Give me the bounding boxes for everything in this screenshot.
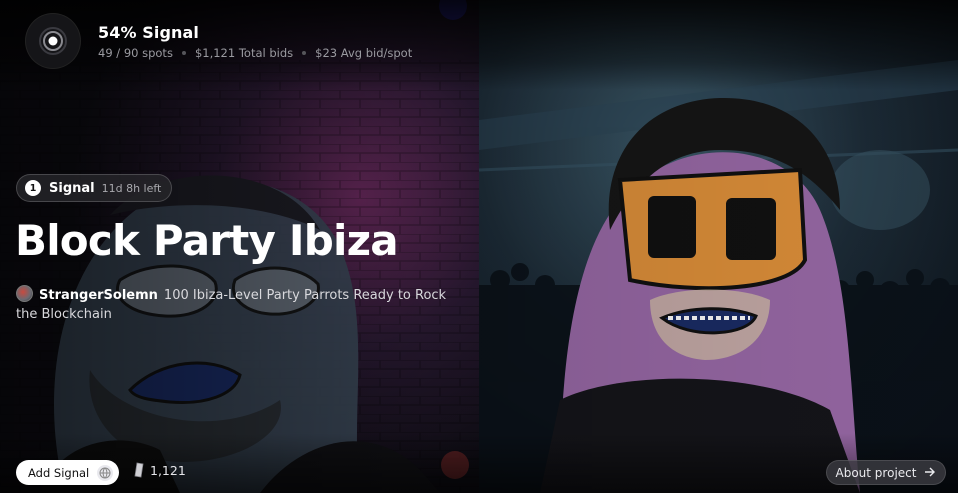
signal-stats: 49 / 90 spots $1,121 Total bids $23 Avg … xyxy=(98,46,412,60)
total-bids: $1,121 Total bids xyxy=(194,45,294,60)
add-signal-button[interactable]: Add Signal xyxy=(16,460,120,485)
globe-icon xyxy=(97,464,114,481)
signal-percentage: 54% Signal xyxy=(98,22,199,42)
bid-count-value: 1,121 xyxy=(150,462,186,478)
spots-count: 49 / 90 spots xyxy=(98,45,173,60)
project-title: Block Party Ibiza xyxy=(15,216,399,265)
signal-summary: 54% Signal 49 / 90 spots $1,121 Total bi… xyxy=(26,14,412,68)
about-project-button[interactable]: About project xyxy=(826,460,946,485)
stage-label: Signal xyxy=(49,180,95,196)
stage-number: 1 xyxy=(25,180,41,196)
arrow-right-icon xyxy=(924,466,936,480)
status-badge: 1 Signal 11d 8h left xyxy=(16,174,173,202)
separator-dot xyxy=(302,50,307,55)
coin-icon xyxy=(134,462,144,478)
signal-target-icon xyxy=(26,14,80,68)
separator-dot xyxy=(181,50,186,55)
author-link[interactable]: StrangerSolemn xyxy=(39,288,158,303)
add-signal-label: Add Signal xyxy=(28,465,90,480)
time-left: 11d 8h left xyxy=(101,181,162,195)
avatar[interactable] xyxy=(16,285,33,302)
about-project-label: About project xyxy=(835,465,917,480)
avg-bid: $23 Avg bid/spot xyxy=(315,45,413,60)
project-byline: StrangerSolemn 100 Ibiza-Level Party Parr… xyxy=(16,285,466,324)
bid-count: 1,121 xyxy=(134,462,186,478)
